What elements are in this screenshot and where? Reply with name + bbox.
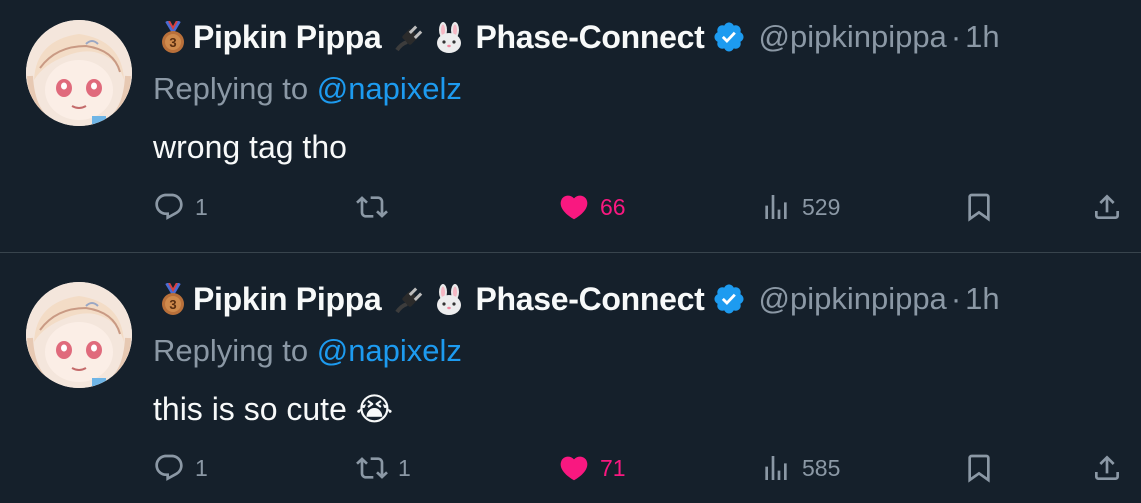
tweet-text: wrong tag tho	[153, 124, 1141, 170]
tweet-text-content: this is so cute	[153, 391, 347, 427]
retweet-icon	[356, 457, 388, 479]
author-group[interactable]: Phase-Connect	[475, 281, 704, 318]
replying-label: Replying to	[153, 71, 309, 106]
bronze-medal-icon: 3	[153, 19, 193, 54]
verified-badge-icon	[712, 282, 746, 316]
heart-icon	[560, 195, 588, 220]
tweet-actions: 1 66 529	[153, 189, 1123, 225]
retweet-icon	[356, 196, 388, 218]
analytics-icon	[765, 195, 787, 219]
bookmark-button[interactable]	[963, 189, 995, 225]
views-button[interactable]: 585	[760, 450, 840, 486]
tweet-header: 3 Pipkin Pippa Phase-Connect @pipkinpipp…	[153, 14, 1141, 60]
svg-text:3: 3	[169, 35, 176, 50]
reply-button[interactable]: 1	[153, 189, 208, 225]
replying-to: Replying to @napixelz	[153, 66, 1141, 112]
bookmark-icon	[968, 193, 990, 222]
reply-button[interactable]: 1	[153, 450, 208, 486]
like-count: 71	[600, 454, 626, 481]
author-name[interactable]: Pipkin Pippa	[193, 281, 382, 318]
reply-mention-link[interactable]: @napixelz	[317, 333, 462, 368]
tweet-text: this is so cute 😭	[153, 386, 1141, 432]
heart-icon	[560, 456, 588, 481]
bookmark-icon	[968, 454, 990, 483]
crying-face-emoji: 😭	[355, 391, 394, 427]
bookmark-button[interactable]	[963, 450, 995, 486]
share-icon	[1095, 194, 1119, 219]
electric-plug-icon	[389, 20, 429, 54]
separator-dot: ·	[950, 281, 962, 316]
tweet[interactable]: 3 Pipkin Pippa Phase-Connect @pipkinpipp…	[0, 252, 1141, 503]
author-name[interactable]: Pipkin Pippa	[193, 19, 382, 56]
timestamp[interactable]: 1h	[965, 19, 999, 55]
replying-to: Replying to @napixelz	[153, 328, 1141, 374]
like-count: 66	[600, 193, 626, 220]
author-group[interactable]: Phase-Connect	[475, 19, 704, 56]
tweet-header: 3 Pipkin Pippa Phase-Connect @pipkinpipp…	[153, 276, 1141, 322]
reply-icon	[155, 454, 183, 481]
reply-mention-link[interactable]: @napixelz	[317, 71, 462, 106]
share-icon	[1095, 455, 1119, 480]
tweet-actions: 1 1 71 585	[153, 450, 1123, 486]
rabbit-face-icon	[429, 282, 469, 316]
retweet-button[interactable]	[356, 189, 398, 225]
timestamp[interactable]: 1h	[965, 281, 999, 317]
author-handle[interactable]: @pipkinpippa	[758, 281, 946, 317]
like-button[interactable]: 71	[558, 450, 626, 486]
reply-icon	[155, 193, 183, 220]
reply-count: 1	[195, 454, 208, 481]
rabbit-face-icon	[429, 20, 469, 54]
views-count: 529	[802, 193, 841, 220]
views-button[interactable]: 529	[760, 189, 840, 225]
tweet[interactable]: 3 Pipkin Pippa Phase-Connect @pipkinpipp…	[0, 0, 1141, 252]
avatar[interactable]	[26, 20, 132, 126]
retweet-button[interactable]: 1	[356, 450, 411, 486]
analytics-icon	[765, 456, 787, 480]
like-button[interactable]: 66	[558, 189, 626, 225]
reply-thread: 3 Pipkin Pippa Phase-Connect @pipkinpipp…	[0, 0, 1141, 503]
share-button[interactable]	[1091, 450, 1123, 486]
author-handle[interactable]: @pipkinpippa	[758, 19, 946, 55]
bronze-medal-icon: 3	[153, 281, 193, 316]
reply-count: 1	[195, 193, 208, 220]
svg-text:3: 3	[169, 297, 176, 312]
separator-dot: ·	[950, 19, 962, 54]
share-button[interactable]	[1091, 189, 1123, 225]
views-count: 585	[802, 454, 841, 481]
electric-plug-icon	[389, 282, 429, 316]
replying-label: Replying to	[153, 333, 309, 368]
retweet-count: 1	[398, 454, 411, 481]
verified-badge-icon	[712, 20, 746, 54]
tweet-text-content: wrong tag tho	[153, 129, 347, 165]
avatar[interactable]	[26, 282, 132, 388]
